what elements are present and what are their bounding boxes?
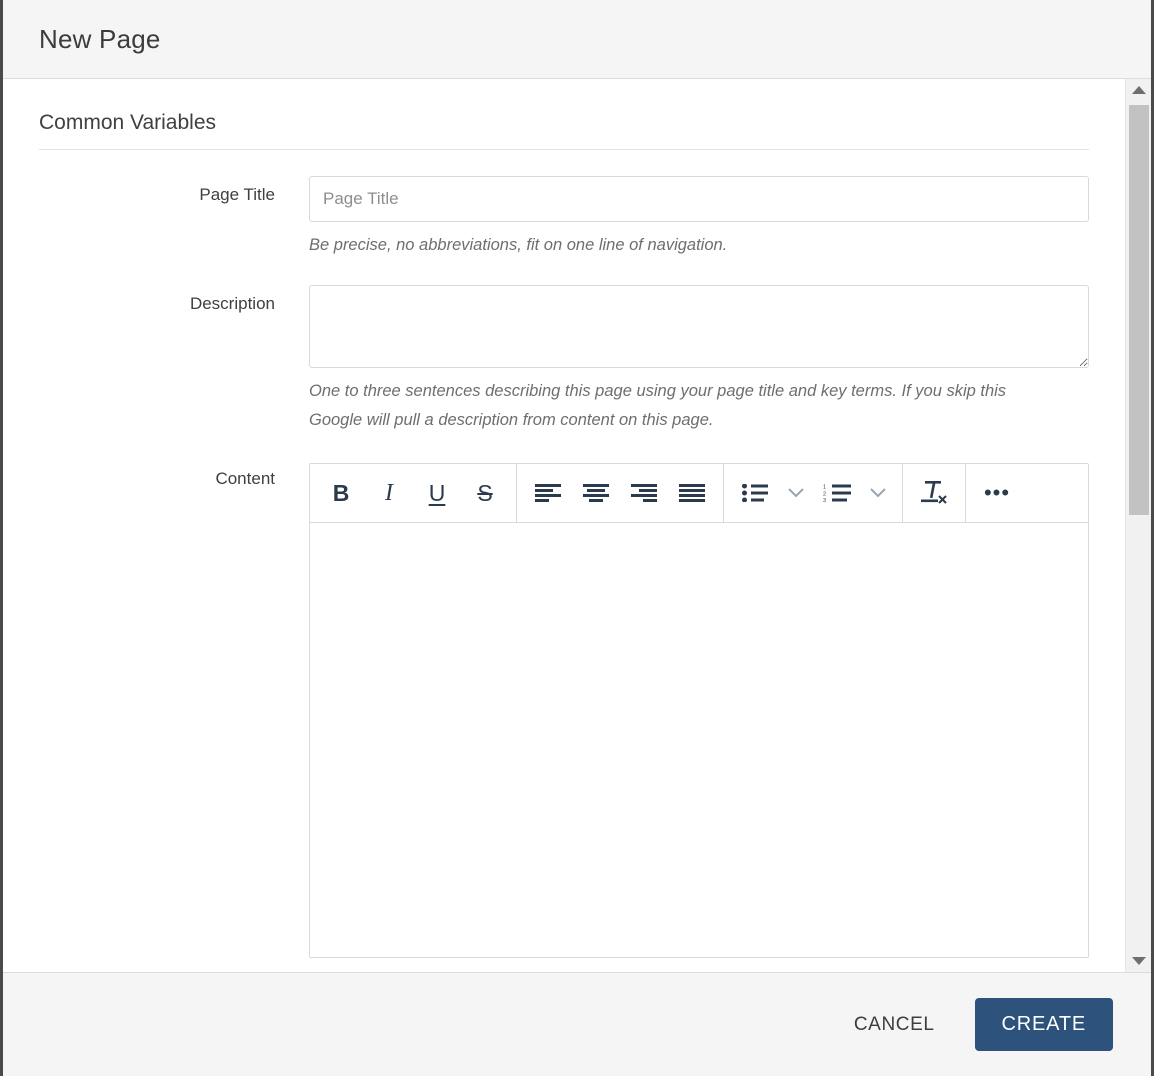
- bulleted-list-icon[interactable]: [731, 465, 779, 521]
- scroll-down-arrow-icon[interactable]: [1126, 950, 1151, 972]
- underline-icon[interactable]: U: [413, 465, 461, 521]
- toolbar-group-clear-format: [903, 464, 966, 523]
- strikethrough-icon[interactable]: S: [461, 465, 509, 521]
- align-right-icon[interactable]: [620, 465, 668, 521]
- cancel-button[interactable]: CANCEL: [836, 1002, 953, 1048]
- new-page-form: Page Title Be precise, no abbreviations,…: [39, 176, 1089, 959]
- description-textarea[interactable]: [309, 285, 1089, 369]
- numbered-list-icon[interactable]: 1 2 3: [813, 465, 861, 521]
- dialog-footer: CANCEL CREATE: [3, 972, 1151, 1076]
- more-options-icon[interactable]: •••: [973, 465, 1021, 521]
- page-title-field-wrap: Be precise, no abbreviations, fit on one…: [309, 176, 1089, 259]
- bold-glyph: B: [332, 479, 350, 506]
- strikethrough-glyph: S: [477, 479, 493, 506]
- chevron-down-icon[interactable]: [779, 465, 813, 521]
- description-help-text: One to three sentences describing this p…: [309, 382, 1007, 429]
- scrollbar-thumb[interactable]: [1129, 105, 1149, 515]
- dialog-body-scroll-region: Common Variables Page Title Be precise, …: [3, 79, 1125, 972]
- content-editor-canvas[interactable]: [310, 523, 1088, 958]
- remove-format-icon[interactable]: [910, 465, 958, 521]
- editor-toolbar: B I U S 1 2 3 •••: [310, 464, 1088, 524]
- content-field-wrap: B I U S 1 2 3 •••: [309, 460, 1089, 959]
- rich-text-editor: B I U S 1 2 3 •••: [309, 463, 1089, 959]
- dialog-body: Common Variables Page Title Be precise, …: [3, 79, 1151, 972]
- page-title-label: Page Title: [199, 185, 275, 204]
- scroll-up-arrow-icon[interactable]: [1126, 79, 1151, 101]
- vertical-scrollbar[interactable]: [1125, 79, 1151, 972]
- description-label: Description: [189, 294, 275, 314]
- create-button[interactable]: CREATE: [974, 998, 1113, 1051]
- toolbar-group-overflow: •••: [966, 464, 1028, 522]
- toolbar-group-text-style: B I U S: [310, 464, 517, 523]
- new-page-dialog: New Page Common Variables Page Title Be …: [0, 0, 1154, 1076]
- toolbar-group-lists: 1 2 3: [724, 464, 903, 523]
- page-title-input[interactable]: [309, 176, 1089, 222]
- toolbar-group-alignment: [517, 464, 724, 523]
- common-variables-section: Common Variables: [39, 79, 1089, 150]
- dialog-header: New Page: [3, 0, 1151, 79]
- bold-icon[interactable]: B: [317, 465, 365, 521]
- content-label: Content: [215, 469, 275, 489]
- align-left-icon[interactable]: [524, 465, 572, 521]
- more-options-glyph: •••: [983, 480, 1011, 506]
- form-row-description: Description One to three sentences descr…: [39, 285, 1089, 434]
- section-heading: Common Variables: [39, 111, 1089, 150]
- italic-glyph: I: [385, 480, 393, 507]
- svg-text:1: 1: [823, 485, 826, 491]
- form-row-page-title: Page Title Be precise, no abbreviations,…: [39, 176, 1089, 259]
- chevron-down-icon[interactable]: [861, 465, 895, 521]
- description-field-wrap: One to three sentences describing this p…: [309, 285, 1089, 434]
- svg-text:2: 2: [823, 492, 826, 498]
- italic-icon[interactable]: I: [365, 465, 413, 521]
- page-title-help-text: Be precise, no abbreviations, fit on one…: [309, 236, 728, 254]
- align-center-icon[interactable]: [572, 465, 620, 521]
- underline-glyph: U: [428, 479, 446, 506]
- align-justify-icon[interactable]: [668, 465, 716, 521]
- form-row-content: Content B I U S 1 2 3 •••: [39, 460, 1089, 959]
- page-title: New Page: [39, 23, 161, 54]
- svg-text:3: 3: [823, 498, 826, 502]
